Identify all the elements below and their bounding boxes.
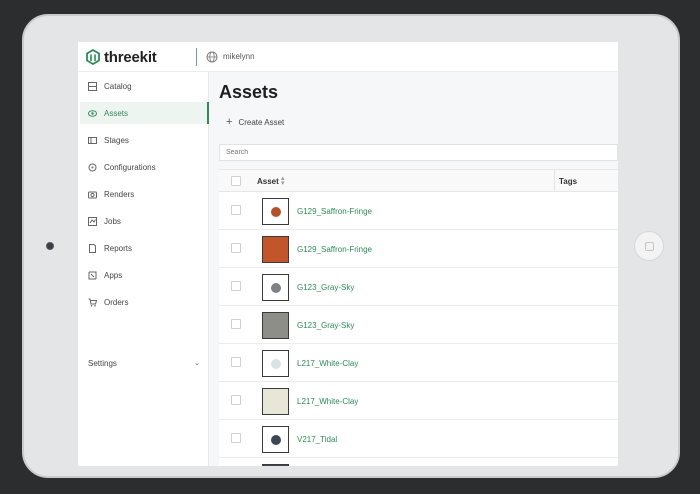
material-ball [271,359,281,369]
catalog-icon [88,81,97,91]
reports-icon [89,243,96,253]
sidebar-item-label: Apps [104,270,123,280]
apps-icon [88,271,97,279]
texture-swatch [263,237,288,262]
globe-icon [206,51,218,63]
asset-name-link[interactable]: G129_Saffron-Fringe [297,207,372,216]
asset-name-link[interactable]: G129_Saffron-Fringe [297,245,372,254]
sidebar-item-label: Renders [104,189,135,199]
top-bar: threekit mikelynn [78,42,618,72]
asset-thumbnail[interactable] [262,426,289,453]
tablet-home-button [634,231,664,261]
table-header: Asset ▴ ▾ Tags [219,170,618,192]
row-checkbox[interactable] [231,281,241,291]
asset-name-link[interactable]: G123_Gray-Sky [297,321,354,330]
row-checkbox[interactable] [231,243,241,253]
asset-name-link[interactable]: V217_Tidal [297,435,337,444]
sidebar-item-configurations[interactable]: Configurations [80,156,209,178]
logo[interactable]: threekit [86,48,157,66]
texture-swatch [263,313,288,338]
sidebar-item-label: Catalog [104,81,132,91]
asset-thumbnail[interactable] [262,350,289,377]
configurations-icon [88,163,97,171]
column-divider[interactable] [554,170,555,192]
sidebar-item-label: Orders [104,297,129,307]
sidebar-item-settings[interactable]: Settings ⌄ [88,359,200,368]
orders-icon [88,298,97,307]
sidebar-item-stages[interactable]: Stages [80,129,209,151]
table-row[interactable]: V217_Tidal [219,420,618,458]
row-checkbox[interactable] [231,205,241,215]
asset-thumbnail[interactable] [262,236,289,263]
asset-name-link[interactable]: L217_White-Clay [297,359,358,368]
material-ball [271,435,281,445]
sidebar-item-orders[interactable]: Orders [80,291,209,313]
plus-icon: + [226,116,233,128]
table-row[interactable] [219,458,618,466]
create-asset-button[interactable]: + Create Asset [226,116,284,128]
asset-thumbnail[interactable] [262,274,289,301]
jobs-icon [88,216,97,226]
column-header-tags[interactable]: Tags [559,177,577,186]
texture-swatch [263,389,288,414]
assets-table: Asset ▴ ▾ Tags G129_Saffron-Fringe G129_S… [219,169,618,466]
sidebar-item-jobs[interactable]: Jobs [80,210,209,232]
sort-icon[interactable]: ▴ ▾ [281,175,285,187]
page-title: Assets [219,82,279,102]
main-content: Assets + Create Asset Asset ▴▾ Tags G129… [209,72,618,466]
material-ball [271,283,281,293]
table-row[interactable]: G123_Gray-Sky [219,306,618,344]
top-divider [196,48,197,66]
app-screen: threekit mikelynn Catalog Assets Stages … [78,42,618,466]
search-input[interactable] [219,144,618,161]
tablet-camera [46,242,54,250]
asset-name-link[interactable]: G123_Gray-Sky [297,283,354,292]
sidebar-item-label: Assets [104,108,129,118]
chevron-down-icon: ⌄ [194,360,200,367]
table-row[interactable]: G129_Saffron-Fringe [219,230,618,268]
select-all-checkbox[interactable] [231,176,241,186]
texture-swatch [263,465,288,466]
sidebar-item-assets[interactable]: Assets [80,102,209,124]
logo-text: threekit [104,48,157,66]
asset-thumbnail[interactable] [262,312,289,339]
row-checkbox[interactable] [231,319,241,329]
row-checkbox[interactable] [231,357,241,367]
renders-icon [88,191,97,198]
sidebar-item-label: Configurations [104,162,156,172]
sidebar-item-apps[interactable]: Apps [80,264,209,286]
sidebar-item-label: Stages [104,135,129,145]
asset-thumbnail[interactable] [262,464,289,466]
org-name[interactable]: mikelynn [223,52,255,61]
table-row[interactable]: G123_Gray-Sky [219,268,618,306]
settings-label: Settings [88,359,117,368]
asset-thumbnail[interactable] [262,388,289,415]
table-row[interactable]: L217_White-Clay [219,344,618,382]
table-row[interactable]: G129_Saffron-Fringe [219,192,618,230]
material-ball [271,207,281,217]
row-checkbox[interactable] [231,433,241,443]
sidebar-item-label: Jobs [104,216,121,226]
assets-icon [88,109,97,117]
sidebar: Catalog Assets Stages Configurations Ren… [78,72,209,466]
asset-thumbnail[interactable] [262,198,289,225]
row-checkbox[interactable] [231,395,241,405]
create-asset-label: Create Asset [238,117,285,127]
table-row[interactable]: L217_White-Clay [219,382,618,420]
sidebar-item-catalog[interactable]: Catalog [80,75,209,97]
sidebar-item-renders[interactable]: Renders [80,183,209,205]
stages-icon [88,136,97,144]
sidebar-item-reports[interactable]: Reports [80,237,209,259]
threekit-logo-icon [86,49,100,65]
asset-name-link[interactable]: L217_White-Clay [297,397,358,406]
column-header-asset[interactable]: Asset [257,177,279,186]
sidebar-item-label: Reports [104,243,133,253]
